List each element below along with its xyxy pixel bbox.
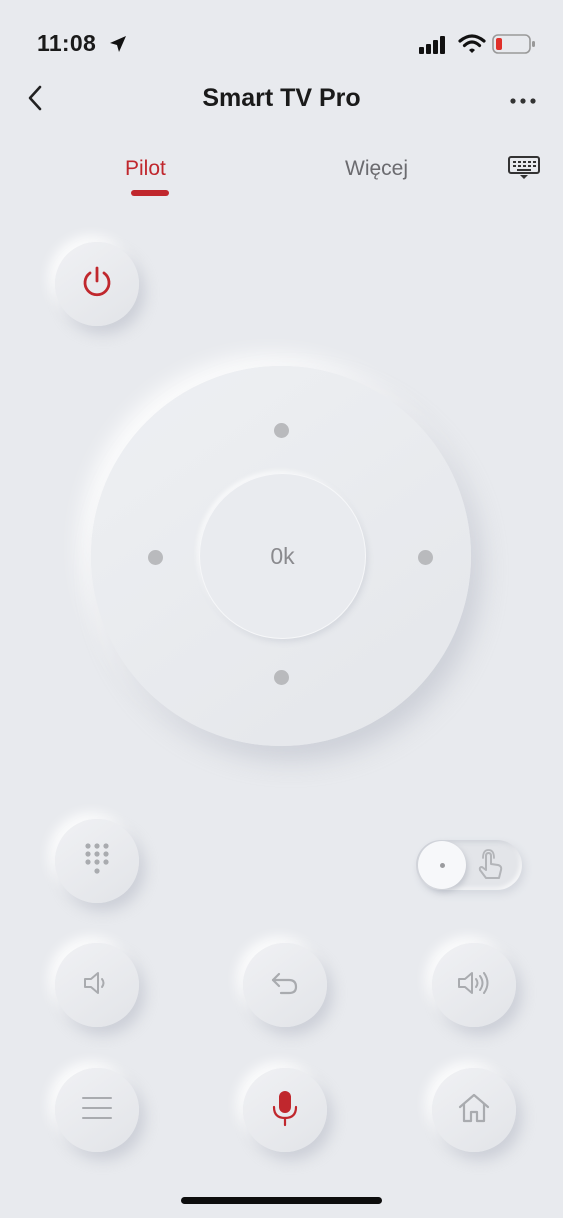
volume-up-icon [456,968,492,1003]
ok-button[interactable]: 0k [199,473,366,639]
status-time: 11:08 [37,30,97,56]
numpad-icon [84,842,110,881]
cellular-signal-icon [419,36,449,59]
keyboard-button[interactable] [506,155,542,186]
ok-label: 0k [270,542,295,569]
keyboard-icon [507,155,541,186]
volume-down-button[interactable] [55,943,139,1027]
numpad-button[interactable] [55,819,139,903]
microphone-icon [271,1089,299,1132]
menu-lines-icon [81,1095,113,1126]
dpad-up-button[interactable] [274,423,289,438]
more-options-button[interactable] [506,88,540,112]
power-button[interactable] [55,242,139,326]
home-indicator[interactable] [181,1197,382,1204]
return-button[interactable] [243,943,327,1027]
more-horizontal-icon [510,91,536,109]
menu-button[interactable] [55,1068,139,1152]
battery-low-icon [492,34,536,59]
tab-pilot[interactable]: Pilot [125,157,166,181]
voice-button[interactable] [243,1068,327,1152]
power-icon [80,265,114,304]
home-button[interactable] [432,1068,516,1152]
tab-more[interactable]: Więcej [345,157,408,181]
volume-up-button[interactable] [432,943,516,1027]
tab-active-indicator [131,190,169,196]
dpad-right-button[interactable] [418,550,433,565]
home-icon [457,1092,491,1129]
page-title: Smart TV Pro [202,84,361,112]
undo-return-icon [270,970,300,1001]
wifi-icon [458,33,486,60]
dpad-down-button[interactable] [274,670,289,685]
dpad-left-button[interactable] [148,550,163,565]
location-arrow-icon [108,34,128,59]
knob-dot [439,862,445,868]
volume-down-icon [82,969,112,1002]
toggle-knob[interactable] [418,841,466,889]
touch-gesture-icon [474,848,508,889]
